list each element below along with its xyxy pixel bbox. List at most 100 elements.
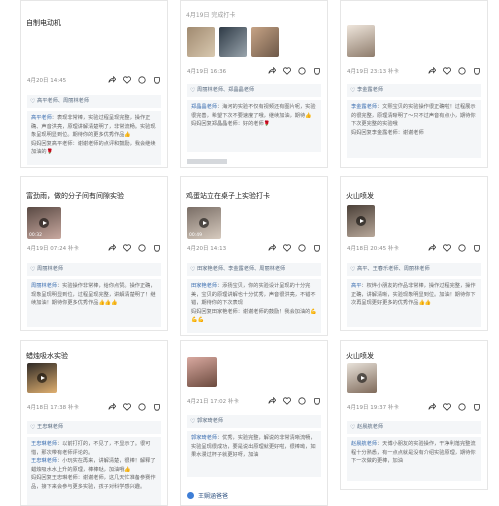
comment-icon[interactable] [298, 397, 306, 405]
cup-icon[interactable] [313, 244, 321, 252]
feed-card[interactable]: 鸡蛋站立在桌子上实验打卡 00:49 4月20日 14:13 田家艳老师、李金露… [180, 176, 328, 336]
feed-card[interactable]: 4月19日 23:13 补卡 李金露老师 李金露老师：文熙宝贝的实验操作很正确啦… [340, 0, 488, 168]
comment-item: 田家艳老师：添扬宝贝，你的实验设计呈现的十分完美，宝贝的原理讲解也十分优秀，声音… [191, 283, 316, 306]
post-date: 4月19日 16:36 [187, 69, 227, 75]
play-icon[interactable] [357, 373, 367, 383]
comment-item: 王忠琳老师：小玩实在再来，讲解清楚，很棒！解释了蜡烛吸水水上升的原理，棒棒哒，加… [31, 458, 156, 473]
comment-item: 赵晨航老师：天博小朋友的实验操作，干净利落完整流程十分熟悉，有一点点就是没有介绍… [351, 441, 476, 464]
video-duration: 00:32 [29, 233, 42, 238]
comment-item: 妈妈回复李金露老师：谢谢老师 [351, 129, 424, 136]
video-thumbnail[interactable] [347, 25, 375, 57]
share-icon[interactable] [108, 244, 116, 252]
post-date: 4月19日 19:37 补卡 [347, 405, 399, 411]
post-date: 4月20日 14:45 [27, 78, 67, 84]
feed-card[interactable]: 火山喷发 4月19日 19:37 补卡 赵晨航老师 赵晨航老师：天博小朋友的实验… [340, 340, 488, 490]
comment-item: 妈妈回复田家艳老师：谢谢老师的鼓励！我会加油的💪💪💪 [191, 308, 317, 324]
action-bar [108, 403, 161, 411]
action-bar [108, 76, 161, 84]
heart-icon[interactable] [123, 403, 131, 411]
video-thumbnail[interactable]: 00:49 [187, 207, 221, 239]
photo-thumbnail[interactable] [219, 27, 247, 57]
share-icon[interactable] [268, 67, 276, 75]
comment-list: 高平：权烨小朋友的作品非常棒，操作过程完整，操作正确，讲解清晰，实验现象明显到位… [347, 279, 481, 327]
cup-icon[interactable] [153, 403, 161, 411]
cup-icon[interactable] [153, 76, 161, 84]
video-thumbnail[interactable] [347, 205, 375, 237]
cup-icon[interactable] [473, 244, 481, 252]
post-date: 4月19日 23:13 补卡 [347, 69, 399, 75]
card-title: 自制电动机 [26, 19, 61, 27]
video-thumbnail[interactable]: 00:32 [27, 207, 61, 239]
card-title: 鸡蛋站立在桌子上实验打卡 [186, 192, 270, 200]
comment-item: 李金露老师：文熙宝贝的实验操作很正确啦！过程展示的很完整，原理清晰明了～只不过声… [351, 104, 476, 127]
heart-icon[interactable] [283, 67, 291, 75]
share-icon[interactable] [268, 397, 276, 405]
comment-icon[interactable] [458, 244, 466, 252]
comment-author[interactable]: 田家艳老师 [191, 283, 217, 289]
comment-author[interactable]: 赵晨航老师 [351, 441, 377, 447]
card-title: 蜡烛吸水实验 [26, 352, 68, 360]
comment-list: 李金露老师：文熙宝贝的实验操作很正确啦！过程展示的很完整，原理清晰明了～只不过声… [347, 100, 481, 158]
feed-card[interactable]: 自制电动机 4月20日 14:45 高平老师、周丽林老师 高平老师：表现非常棒，… [20, 0, 168, 168]
comment-icon[interactable] [458, 67, 466, 75]
heart-icon[interactable] [443, 244, 451, 252]
play-icon[interactable] [356, 216, 366, 226]
comment-list: 田家艳老师：添扬宝贝，你的实验设计呈现的十分完美，宝贝的原理讲解也十分优秀，声音… [187, 279, 321, 333]
heart-icon[interactable] [283, 244, 291, 252]
cup-icon[interactable] [313, 397, 321, 405]
heart-icon[interactable] [443, 67, 451, 75]
comment-author[interactable]: 王忠琳老师 [31, 458, 57, 464]
action-bar [268, 67, 321, 75]
photo-thumbnail[interactable] [251, 27, 279, 57]
card-title: 富劲雨，做的分子间有间隙实验 [26, 192, 124, 200]
likes-bar: 李金露老师 [347, 84, 481, 97]
comment-icon[interactable] [138, 76, 146, 84]
video-thumbnail[interactable] [347, 363, 377, 393]
next-post-author[interactable]: 王娴涵爸爸 [187, 491, 228, 500]
feed-card[interactable]: 蜡烛吸水实验 4月18日 17:38 补卡 王忠琳老师 王忠琳老师：以前打打的，… [20, 340, 168, 506]
share-icon[interactable] [108, 76, 116, 84]
post-date: 4月21日 17:02 补卡 [187, 399, 239, 405]
cup-icon[interactable] [313, 67, 321, 75]
heart-icon[interactable] [283, 397, 291, 405]
comment-author[interactable]: 郭家琦老师 [191, 435, 217, 441]
share-icon[interactable] [428, 244, 436, 252]
comment-author[interactable]: 高平老师 [31, 115, 52, 121]
comment-item: 周丽林老师：实验操作非常棒，给你点赞。操作正确，现象呈现明显到位，过程呈现完整，… [31, 283, 156, 306]
card-title: 4月19日 完成打卡 [186, 12, 236, 19]
card-title: 火山喷发 [346, 352, 374, 360]
comment-icon[interactable] [298, 67, 306, 75]
comment-author[interactable]: 高平 [351, 283, 361, 289]
feed-card[interactable]: 火山喷发 4月18日 20:45 补卡 高平、王春乐老师、周丽林老师 高平：权烨… [340, 176, 488, 331]
share-icon[interactable] [108, 403, 116, 411]
photo-thumbnail[interactable] [187, 27, 215, 57]
comment-icon[interactable] [138, 244, 146, 252]
likes-bar: 周丽林老师 [27, 263, 161, 276]
feed-card[interactable]: 4月21日 17:02 补卡 郭家琦老师 郭家琦老师：优秀，实验完整，解说的非常… [180, 340, 328, 506]
share-icon[interactable] [428, 67, 436, 75]
heart-icon[interactable] [123, 76, 131, 84]
feed-card[interactable]: 富劲雨，做的分子间有间隙实验 00:32 4月19日 07:24 补卡 周丽林老… [20, 176, 168, 331]
comment-list: 周丽林老师：实验操作非常棒，给你点赞。操作正确，现象呈现明显到位，过程呈现完整，… [27, 279, 161, 327]
cup-icon[interactable] [473, 403, 481, 411]
comment-icon[interactable] [138, 403, 146, 411]
video-thumbnail[interactable] [27, 363, 57, 393]
comment-icon[interactable] [298, 244, 306, 252]
play-icon[interactable] [37, 373, 47, 383]
comment-author[interactable]: 王忠琳老师 [31, 441, 57, 447]
heart-icon[interactable] [123, 244, 131, 252]
cup-icon[interactable] [153, 244, 161, 252]
comment-author[interactable]: 李金露老师 [351, 104, 377, 110]
video-thumbnail[interactable] [187, 357, 217, 387]
comment-icon[interactable] [458, 403, 466, 411]
share-icon[interactable] [428, 403, 436, 411]
comment-author[interactable]: 周丽林老师 [31, 283, 57, 289]
feed-card[interactable]: 4月19日 完成打卡 4月19日 16:36 周丽林老师、郑晶晶老师 郑晶晶老师… [180, 0, 328, 168]
share-icon[interactable] [268, 244, 276, 252]
heart-icon[interactable] [443, 403, 451, 411]
cup-icon[interactable] [473, 67, 481, 75]
play-icon[interactable] [39, 218, 49, 228]
play-icon[interactable] [199, 218, 209, 228]
action-bar [428, 67, 481, 75]
comment-author[interactable]: 郑晶晶老师 [191, 104, 217, 110]
